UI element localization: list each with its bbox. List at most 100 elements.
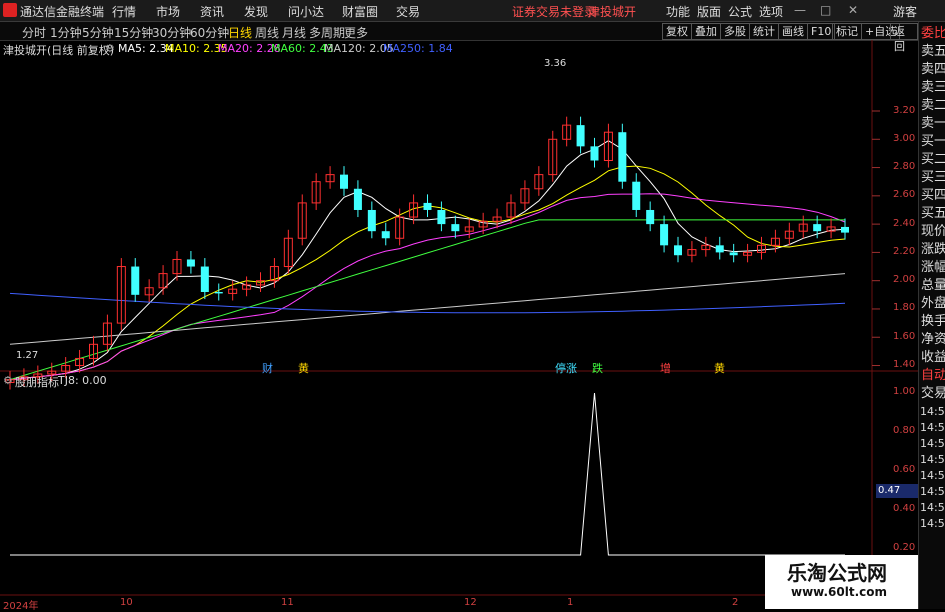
menu-item-wealth[interactable]: 财富圈 xyxy=(342,3,378,20)
statistics-button[interactable]: 统计 xyxy=(749,23,779,40)
app-name: 通达信金融终端 xyxy=(20,5,105,19)
indicator-settings-icon[interactable]: ⚙ xyxy=(3,374,13,387)
menu-item-market[interactable]: 市场 xyxy=(156,3,180,20)
candle-body-down xyxy=(590,146,599,161)
sidebar-item-outer[interactable]: 外盘 xyxy=(921,295,945,313)
candle-body-down xyxy=(729,252,738,256)
indicator-tick: 0.20 xyxy=(893,542,916,553)
price-tick: 1.60 xyxy=(893,331,916,342)
candle-body-down xyxy=(841,226,849,233)
sidebar-item-buy2[interactable]: 买二 xyxy=(921,151,945,169)
period-timeshare[interactable]: 分时 xyxy=(22,24,46,41)
tick-time: 14:53 xyxy=(920,501,945,514)
event-marker-finance[interactable]: 财 xyxy=(262,360,273,376)
candle-body-down xyxy=(646,209,655,225)
menu-item-quotes[interactable]: 行情 xyxy=(112,3,136,20)
date-tick: 2024年 xyxy=(3,601,39,612)
candle-body-down xyxy=(632,181,641,210)
sidebar-item-turnover[interactable]: 换手 xyxy=(921,313,945,331)
period-bar: 分时 1分钟 5分钟 15分钟 30分钟 60分钟 日线 周线 月线 多周期 更… xyxy=(0,22,918,53)
sidebar-item-buy3[interactable]: 买三 xyxy=(921,169,945,187)
period-1min[interactable]: 1分钟 xyxy=(50,24,82,41)
sidebar-item-change-pct[interactable]: 涨幅 xyxy=(921,259,945,277)
close-icon[interactable]: ✕ xyxy=(848,3,858,17)
sidebar-item-order-ratio[interactable]: 委比 xyxy=(921,25,945,43)
period-daily[interactable]: 日线 xyxy=(228,24,252,41)
sidebar-item-volume[interactable]: 总量 xyxy=(921,277,945,295)
overlay-button[interactable]: 叠加 xyxy=(691,23,721,40)
draw-line-button[interactable]: 画线 xyxy=(778,23,808,40)
sidebar-item-sell2[interactable]: 卖二 xyxy=(921,97,945,115)
period-30min[interactable]: 30分钟 xyxy=(152,24,191,41)
candle-body-down xyxy=(186,259,195,267)
sidebar-item-buy4[interactable]: 买四 xyxy=(921,187,945,205)
indicator-line xyxy=(10,392,845,556)
date-tick: 1 xyxy=(567,597,574,608)
login-warning[interactable]: 证券交易未登录 xyxy=(512,3,596,20)
minimize-icon[interactable]: — xyxy=(794,3,806,17)
menu-item-formula[interactable]: 公式 xyxy=(728,3,752,20)
guest-label[interactable]: 游客 xyxy=(893,3,917,20)
candle-body-down xyxy=(451,224,460,232)
price-tick: 2.40 xyxy=(893,218,916,229)
price-tick: 3.00 xyxy=(893,133,916,144)
menu-item-discover[interactable]: 发现 xyxy=(244,3,268,20)
high-price-label: 3.36 xyxy=(544,58,567,69)
event-marker-increase[interactable]: 增 xyxy=(660,360,671,376)
period-more[interactable]: 更多 xyxy=(344,24,368,41)
candle-body-down xyxy=(437,209,446,225)
sidebar-item-buy1[interactable]: 买一 xyxy=(921,133,945,151)
sidebar-item-sell3[interactable]: 卖三 xyxy=(921,79,945,97)
menu-item-layout[interactable]: 版面 xyxy=(697,3,721,20)
sidebar-item-net-asset[interactable]: 净资 xyxy=(921,331,945,349)
indicator-tick: 0.60 xyxy=(893,464,916,475)
menu-item-function[interactable]: 功能 xyxy=(666,3,690,20)
mark-button[interactable]: 标记 xyxy=(832,23,862,40)
sidebar-item-auto[interactable]: 自动 xyxy=(921,367,945,385)
period-60min[interactable]: 60分钟 xyxy=(190,24,229,41)
sidebar-item-sell5[interactable]: 卖五 xyxy=(921,43,945,61)
quote-sidebar: 委比 卖五 卖四 卖三 卖二 卖一 买一 买二 买三 买四 买五 现价 涨跌 涨… xyxy=(918,22,945,609)
candle-body-down xyxy=(200,266,209,292)
price-tick: 3.20 xyxy=(893,105,916,116)
sidebar-item-earnings[interactable]: 收益 xyxy=(921,349,945,367)
price-chart[interactable] xyxy=(0,40,918,609)
candle-body-down xyxy=(340,174,348,189)
candle-body-down xyxy=(131,266,140,295)
restore-rights-button[interactable]: 复权 xyxy=(662,23,692,40)
maximize-icon[interactable]: □ xyxy=(820,3,831,17)
event-marker-yellow-2[interactable]: 黄 xyxy=(714,360,725,376)
price-tick: 2.20 xyxy=(893,246,916,257)
menu-item-news[interactable]: 资讯 xyxy=(200,3,224,20)
sidebar-item-trade[interactable]: 交易 xyxy=(921,385,945,403)
candle-body-down xyxy=(381,231,390,239)
period-monthly[interactable]: 月线 xyxy=(282,24,306,41)
sidebar-item-change[interactable]: 涨跌 xyxy=(921,241,945,259)
period-15min[interactable]: 15分钟 xyxy=(114,24,153,41)
sidebar-item-sell1[interactable]: 卖一 xyxy=(921,115,945,133)
date-tick: 10 xyxy=(120,597,133,608)
candle-body-down xyxy=(660,224,669,246)
multi-stock-button[interactable]: 多股 xyxy=(720,23,750,40)
app-logo-icon xyxy=(3,3,17,17)
tick-time: 14:52 xyxy=(920,405,945,418)
watermark-box: 乐淘公式网 www.60lt.com xyxy=(765,555,918,609)
menu-item-options[interactable]: 选项 xyxy=(759,3,783,20)
price-tick: 2.60 xyxy=(893,189,916,200)
sidebar-item-price[interactable]: 现价 xyxy=(921,223,945,241)
sidebar-item-sell4[interactable]: 卖四 xyxy=(921,61,945,79)
period-multi[interactable]: 多周期 xyxy=(309,24,345,41)
low-price-label: 1.27 xyxy=(16,350,39,361)
indicator-tick: 0.40 xyxy=(893,503,916,514)
event-marker-halt[interactable]: 停涨 xyxy=(555,360,577,376)
event-marker-drop[interactable]: 跌 xyxy=(592,360,603,376)
period-weekly[interactable]: 周线 xyxy=(255,24,279,41)
period-5min[interactable]: 5分钟 xyxy=(82,24,114,41)
sidebar-item-buy5[interactable]: 买五 xyxy=(921,205,945,223)
event-marker-yellow[interactable]: 黄 xyxy=(298,360,309,376)
back-button[interactable]: 返回 xyxy=(890,23,918,53)
indicator-tick: 0.80 xyxy=(893,425,916,436)
candle-body-down xyxy=(813,224,822,232)
menu-item-trade[interactable]: 交易 xyxy=(396,3,420,20)
menu-item-ask[interactable]: 问小达 xyxy=(288,3,324,20)
